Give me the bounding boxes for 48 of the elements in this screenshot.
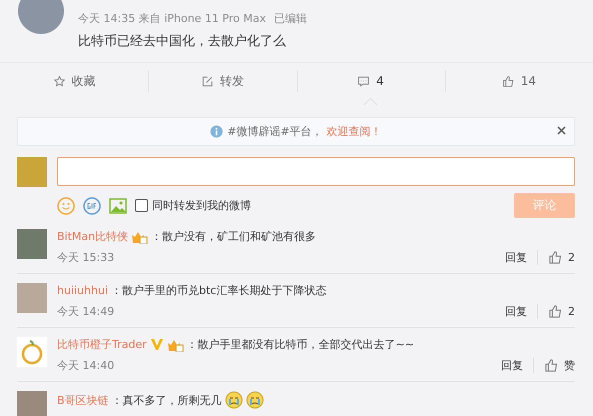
gif-icon[interactable] [83,196,101,214]
comment-icon [357,74,370,88]
thumbs-up-icon [502,74,515,88]
crown-badge-icon [131,230,148,244]
notice-link[interactable]: 欢迎查阅！ [326,124,382,139]
like-button[interactable]: 2 [538,304,575,319]
comment-time: 今天 14:49 [57,304,114,319]
action-tab[interactable]: 转发 [148,63,296,105]
crying-emoji-icon [224,391,243,409]
close-icon [557,126,566,135]
comment-text: ：真不多了，所剩无几 [112,392,222,408]
reply-link[interactable]: 回复 [505,250,538,265]
fruit-ring-logo-icon [21,339,43,365]
action-tab[interactable]: 收藏 [0,63,148,105]
thumbs-up-icon [544,358,559,373]
commenter-avatar-placeholder [17,229,47,259]
star-icon [52,74,66,88]
like-button[interactable]: 2 [538,250,575,265]
info-icon [210,125,224,138]
comment-time: 今天 14:40 [57,358,114,373]
crown-badge-icon [166,338,184,352]
comment-text: ：散户手里都没有比特币，全部交代出去了~~ [186,337,414,352]
comment-time: 今天 15:33 [57,250,114,265]
reply-link[interactable]: 回复 [501,358,534,373]
thumbs-up-icon [548,250,563,265]
reply-link[interactable]: 回复 [505,304,538,319]
like-button[interactable]: 赞 [534,358,575,373]
edited-label: 已编辑 [274,11,307,26]
post-content: 比特币已经去中国化，去散户化了么 [78,33,287,50]
action-tab[interactable]: 14 [444,63,593,105]
comment-input[interactable] [57,157,575,186]
notice-text: #微博辟谣#平台， [227,124,323,139]
crying-emoji-icon [246,391,264,409]
verified-v-icon [150,338,164,351]
smiley-icon[interactable] [57,196,75,214]
picture-icon[interactable] [109,198,127,214]
repost-checkbox[interactable] [135,199,148,212]
comment-text: ：散户手里的币兑btc汇率长期处于下降状态 [111,283,326,298]
commenter-avatar-placeholder [17,391,47,416]
commenter-avatar-placeholder [17,283,47,313]
comment-text: ：散户没有，矿工们和矿池有很多 [151,229,316,244]
repost-label: 同时转发到我的微博 [152,198,251,213]
thumbs-up-icon [548,304,563,319]
action-tab[interactable]: 4 [296,63,445,105]
user-avatar-placeholder [17,157,47,187]
edit-icon [200,74,214,88]
avatar-photo-placeholder [18,0,64,34]
post-meta: 今天 14:35 来自 iPhone 11 Pro Max [78,11,266,26]
